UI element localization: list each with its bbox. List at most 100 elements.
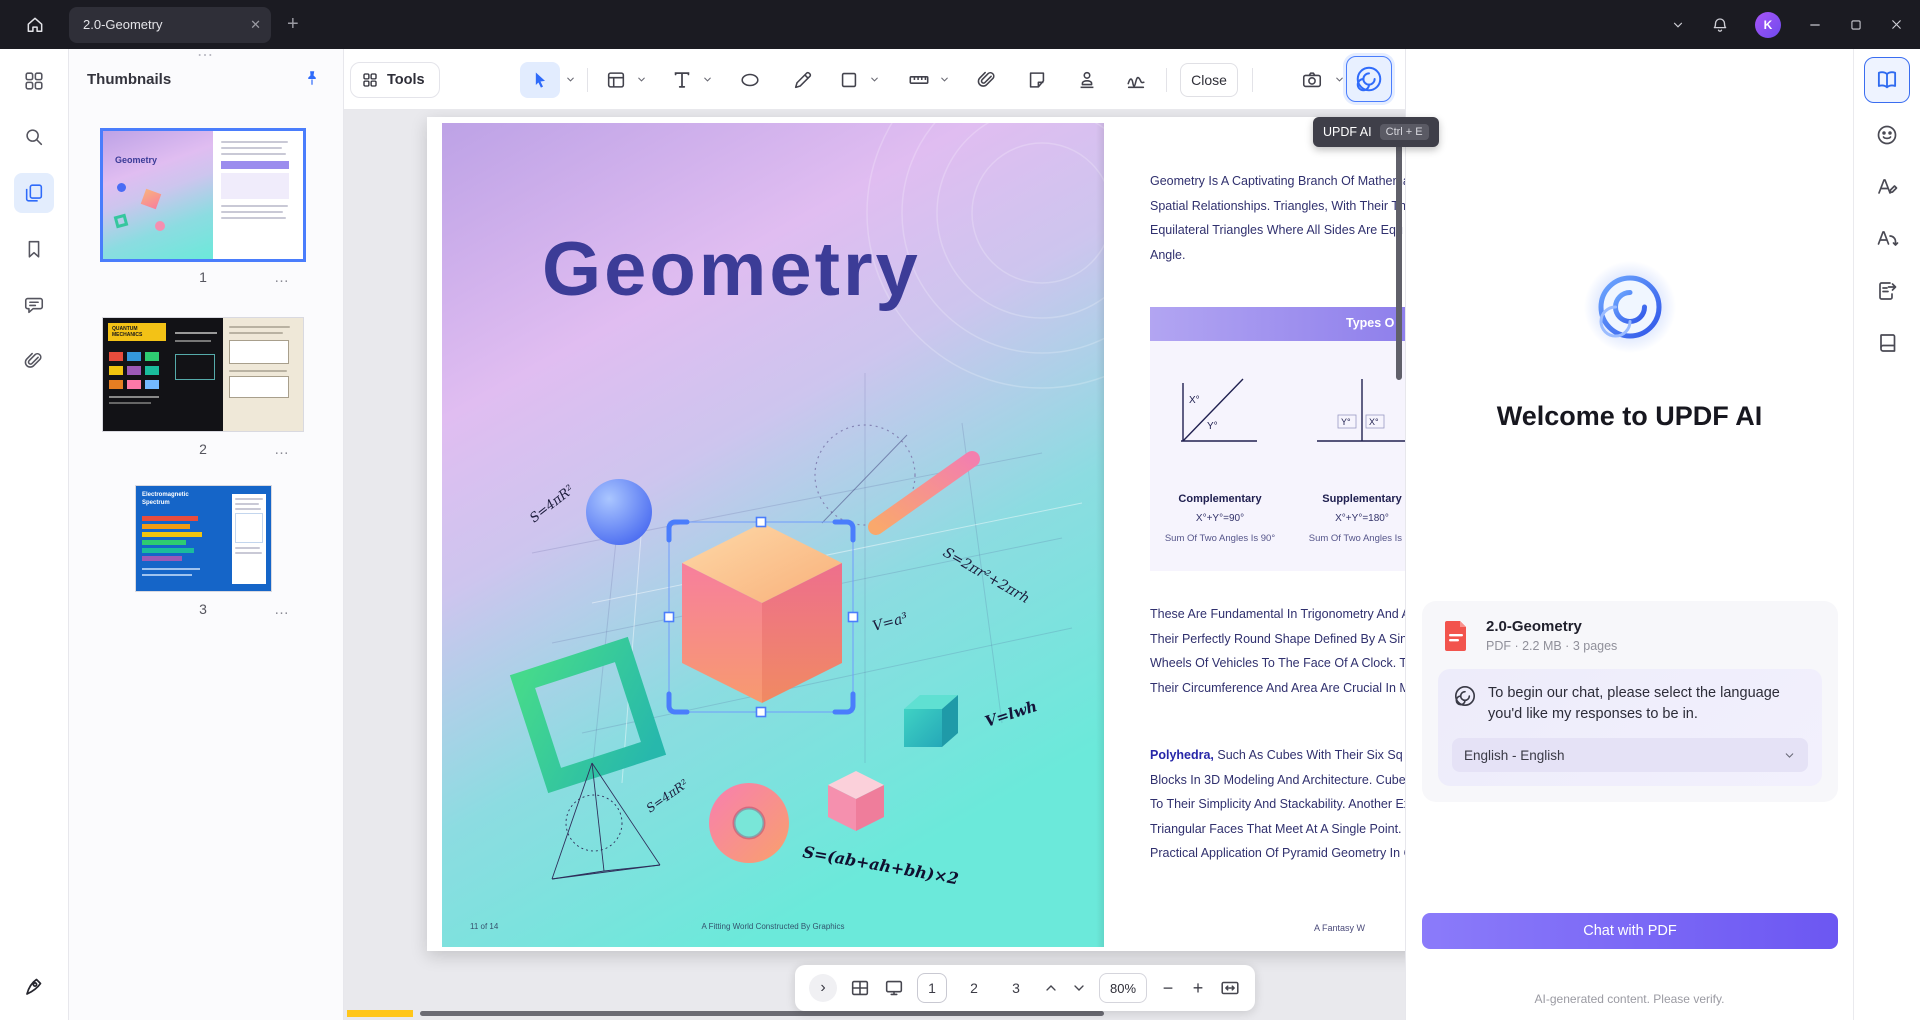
panel-drag-handle[interactable]: ⋯ (69, 45, 343, 65)
feedback-button[interactable] (1867, 115, 1907, 155)
thumbnails-panel: ⋯ Thumbnails Geometry 1 … QUANTUM MECHAN… (69, 47, 344, 1020)
screenshot-tool-button[interactable] (1294, 62, 1330, 98)
complementary-angle-diagram: X° Y° (1181, 378, 1257, 442)
document-tab[interactable]: 2.0-Geometry ✕ (69, 6, 271, 43)
supplementary-formula: X°+Y°=180° (1335, 513, 1389, 524)
window-minimize-button[interactable] (1807, 17, 1823, 33)
pin-icon[interactable] (303, 69, 321, 87)
main-toolbar: Tools Close (344, 49, 1405, 110)
svg-text:Y°: Y° (1207, 421, 1218, 432)
updf-ai-panel: Welcome to UPDF AI 2.0-Geometry PDF · 2.… (1405, 49, 1853, 1020)
thumbnail-3-menu-button[interactable]: … (274, 601, 290, 618)
tools-button[interactable]: Tools (350, 62, 440, 98)
vertical-scrollbar-thumb[interactable] (1396, 123, 1402, 380)
horizontal-scrollbar-progress[interactable] (347, 1010, 413, 1017)
translate-button[interactable] (1867, 219, 1907, 259)
page-export-icon (1875, 279, 1899, 303)
ai-welcome-title: Welcome to UPDF AI (1496, 401, 1763, 431)
shape-tool-button[interactable] (831, 62, 867, 98)
left-sidebar-rail (0, 49, 69, 1020)
edit-text-button[interactable] (1867, 167, 1907, 207)
thumbnails-panel-button[interactable] (14, 173, 54, 213)
pdf-page-2[interactable]: Geometry Is A Captivating Branch Of Math… (1104, 123, 1405, 947)
previous-page-chevron-up-button[interactable] (1043, 980, 1059, 996)
page-grid-view-button[interactable] (849, 977, 871, 999)
attachments-button[interactable] (14, 341, 54, 381)
tab-close-icon[interactable]: ✕ (250, 17, 261, 33)
signature-tool-button[interactable] (1118, 62, 1154, 98)
page-button-1[interactable]: 1 (917, 973, 947, 1003)
tab-title: 2.0-Geometry (83, 17, 163, 32)
thumbnail-3-number: 3 (199, 601, 207, 617)
page-thumbnail-1[interactable]: Geometry (100, 128, 306, 262)
attach-file-tool-button[interactable] (969, 62, 1005, 98)
horizontal-scrollbar-thumb[interactable] (420, 1011, 1104, 1016)
sticker-tool-button[interactable] (1019, 62, 1055, 98)
search-button[interactable] (14, 117, 54, 157)
shape-tool-chevron-icon[interactable] (869, 74, 880, 85)
document-viewport[interactable]: Geometry S=4πR² S=2πr²+2πrh V=a³ V=lwh S… (344, 110, 1405, 1020)
user-avatar[interactable]: K (1755, 11, 1781, 38)
next-page-chevron-down-button[interactable] (1071, 980, 1087, 996)
zoom-out-button[interactable]: − (1159, 978, 1177, 999)
types-banner: Types O (1150, 307, 1405, 341)
toolbar-close-label: Close (1191, 72, 1227, 88)
square-shape-icon (838, 69, 860, 91)
pencil-tool-button[interactable] (785, 62, 821, 98)
booklet-button[interactable] (1867, 323, 1907, 363)
select-tool-chevron-icon[interactable] (565, 74, 576, 85)
text-tool-chevron-icon[interactable] (702, 74, 713, 85)
fit-width-button[interactable] (1219, 977, 1241, 999)
page-layout-chevron-icon[interactable] (636, 74, 647, 85)
comments-button[interactable] (14, 285, 54, 325)
home-button[interactable] (0, 0, 69, 49)
chat-with-pdf-button[interactable]: Chat with PDF (1422, 913, 1838, 949)
tooltip-shortcut: Ctrl + E (1379, 124, 1429, 140)
notifications-bell-icon[interactable] (1711, 16, 1729, 34)
ink-pen-button[interactable] (14, 966, 54, 1006)
thumbnail-1-menu-button[interactable]: … (274, 269, 290, 286)
zoom-in-button[interactable]: + (1189, 978, 1207, 999)
export-form-button[interactable] (1867, 271, 1907, 311)
titlebar-chevron-down-icon[interactable] (1671, 18, 1685, 32)
ellipse-comment-tool-button[interactable] (732, 62, 768, 98)
reader-mode-button[interactable] (1864, 57, 1910, 103)
sphere-shape[interactable] (586, 479, 652, 545)
presentation-mode-button[interactable] (883, 977, 905, 999)
stamp-icon (1076, 69, 1098, 91)
text-tool-button[interactable] (664, 62, 700, 98)
page-thumbnail-2[interactable]: QUANTUM MECHANICS (102, 317, 304, 432)
toolbar-close-button[interactable]: Close (1180, 63, 1238, 97)
page-button-3[interactable]: 3 (1001, 973, 1031, 1003)
measure-tool-chevron-icon[interactable] (939, 74, 950, 85)
thumb2-title: QUANTUM MECHANICS (108, 323, 166, 341)
measure-tool-button[interactable] (901, 62, 937, 98)
page-thumbnail-3[interactable]: Electromagnetic Spectrum (135, 485, 272, 592)
thumbnail-2-menu-button[interactable]: … (274, 441, 290, 458)
apps-grid-button[interactable] (14, 61, 54, 101)
screenshot-chevron-icon[interactable] (1334, 74, 1345, 85)
page-button-2[interactable]: 2 (959, 973, 989, 1003)
pdf-page-1[interactable]: Geometry S=4πR² S=2πr²+2πrh V=a³ V=lwh S… (442, 123, 1104, 947)
stamp-tool-button[interactable] (1069, 62, 1105, 98)
new-tab-button[interactable]: + (287, 13, 299, 36)
bookmarks-button[interactable] (14, 229, 54, 269)
page-layout-tool-button[interactable] (598, 62, 634, 98)
collapse-bar-button[interactable]: › (809, 974, 837, 1002)
teal-box-shape[interactable] (904, 695, 958, 747)
paragraph-1: Geometry Is A Captivating Branch Of Math… (1150, 174, 1405, 262)
select-tool-button[interactable] (520, 62, 560, 98)
tools-button-label: Tools (387, 72, 425, 88)
comment-bubble-icon (23, 294, 45, 316)
chevron-right-icon: › (820, 979, 826, 996)
updf-ai-button[interactable] (1346, 56, 1392, 102)
zoom-level-field[interactable]: 80% (1099, 973, 1147, 1003)
torus-shape[interactable] (709, 783, 789, 863)
window-maximize-button[interactable] (1849, 18, 1863, 32)
ai-message-bubble: To begin our chat, please select the lan… (1438, 669, 1822, 787)
page-layout-icon (605, 69, 627, 91)
pen-nib-icon (22, 974, 46, 998)
language-select[interactable]: English - English (1452, 738, 1808, 773)
window-close-button[interactable] (1889, 17, 1904, 32)
page-footer-center: A Fitting World Constructed By Graphics (701, 922, 844, 931)
